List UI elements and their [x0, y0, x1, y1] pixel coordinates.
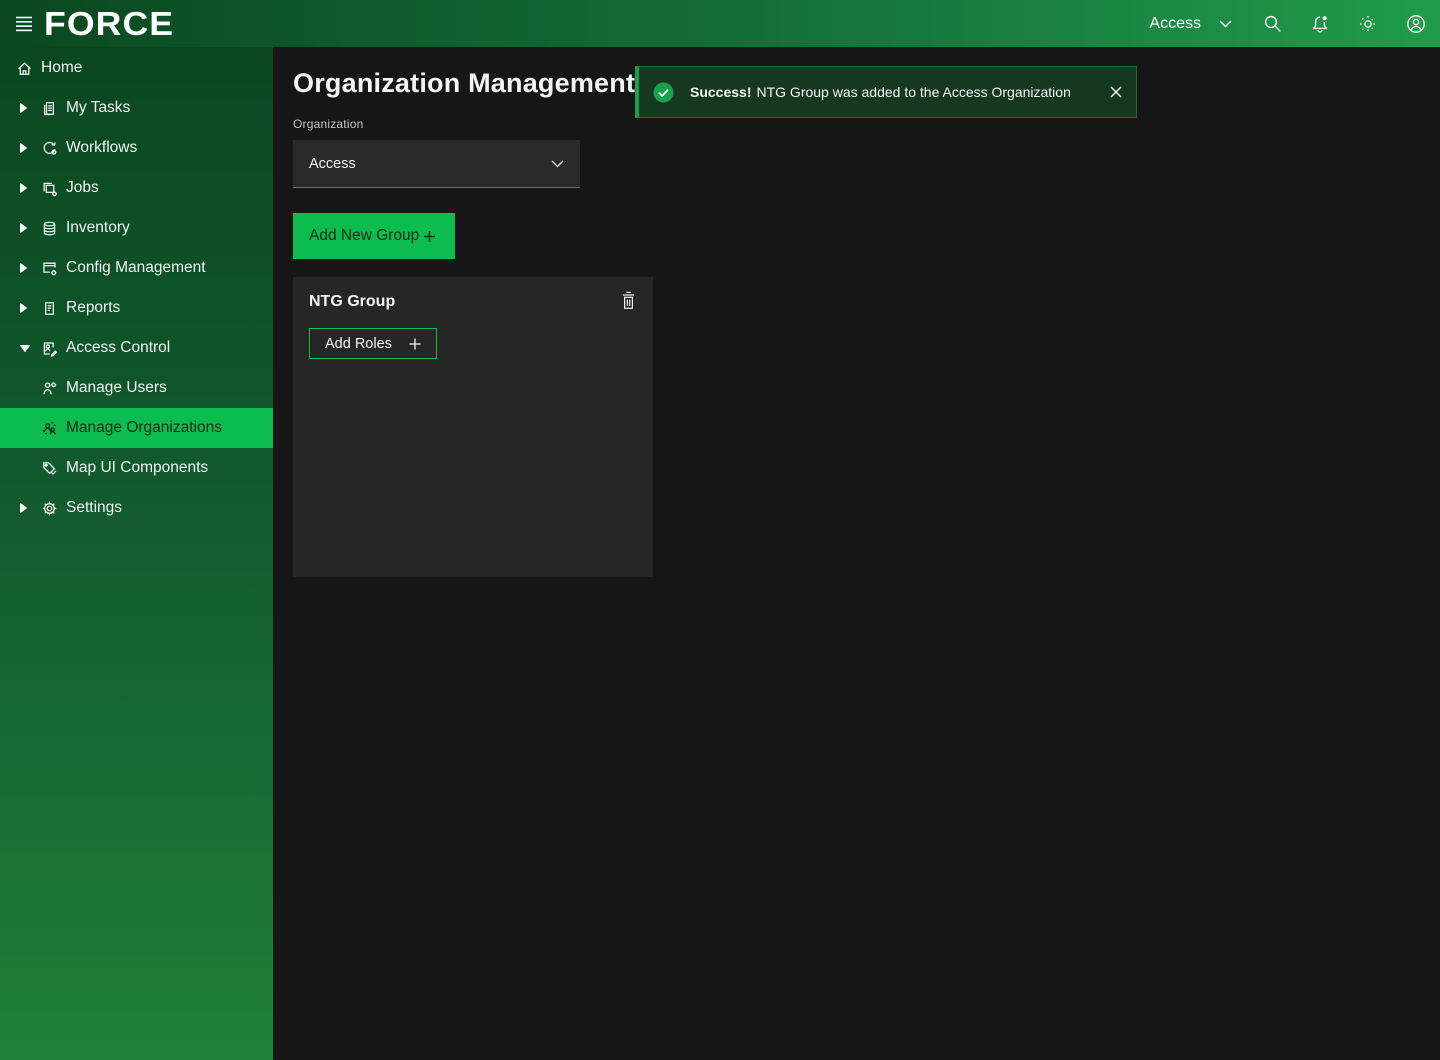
caret-right-icon: [20, 303, 32, 313]
sidebar-item-label: Workflows: [66, 139, 137, 157]
notifications-button[interactable]: [1296, 0, 1344, 47]
tasks-icon: [41, 100, 58, 117]
sidebar-item-label: Reports: [66, 299, 120, 317]
app-root: FORCE Access: [0, 0, 1440, 1060]
toast-text: Success! NTG Group was added to the Acces…: [690, 84, 1096, 100]
trash-icon: [620, 291, 637, 310]
logo-text: FORCE: [44, 5, 174, 43]
sidebar-item-access-control[interactable]: Access Control: [0, 328, 273, 368]
sidebar-item-label: My Tasks: [66, 99, 130, 117]
sidebar-item-label: Home: [41, 59, 82, 77]
sidebar-item-home[interactable]: Home: [0, 48, 273, 88]
sidebar-item-inventory[interactable]: Inventory: [0, 208, 273, 248]
caret-right-icon: [20, 263, 32, 273]
sidebar-item-my-tasks[interactable]: My Tasks: [0, 88, 273, 128]
check-circle-icon: [653, 82, 674, 103]
chevron-down-icon: [551, 160, 564, 168]
search-icon: [1263, 14, 1282, 33]
sidebar-item-manage-organizations[interactable]: Manage Organizations: [0, 408, 273, 448]
sun-icon: [1358, 14, 1378, 34]
delete-group-button[interactable]: [620, 291, 637, 310]
gear-icon: [41, 500, 58, 517]
toast-close-button[interactable]: [1096, 66, 1136, 118]
account-button[interactable]: [1392, 0, 1440, 47]
toast-message: NTG Group was added to the Access Organi…: [756, 84, 1070, 100]
sidebar-item-label: Config Management: [66, 259, 206, 277]
sidebar-item-manage-users[interactable]: Manage Users: [0, 368, 273, 408]
group-card: NTG Group Add Roles: [293, 277, 653, 577]
organization-field-label: Organization: [293, 117, 363, 131]
user-avatar-icon: [1406, 14, 1426, 34]
sidebar-item-jobs[interactable]: Jobs: [0, 168, 273, 208]
caret-right-icon: [20, 223, 32, 233]
search-button[interactable]: [1248, 0, 1296, 47]
config-icon: [41, 260, 58, 277]
caret-right-icon: [20, 183, 32, 193]
toast-title: Success!: [690, 84, 751, 100]
add-roles-label: Add Roles: [325, 336, 392, 352]
sidebar-item-label: Settings: [66, 499, 122, 517]
caret-down-icon: [20, 345, 32, 352]
topbar-organization-dropdown[interactable]: Access: [1133, 0, 1248, 47]
hamburger-menu-button[interactable]: [0, 0, 48, 47]
add-roles-button[interactable]: Add Roles: [309, 328, 437, 359]
app-logo[interactable]: FORCE: [44, 0, 165, 47]
plus-icon: [409, 338, 421, 350]
sidebar-item-label: Map UI Components: [66, 459, 208, 477]
workflow-icon: [41, 140, 58, 157]
inventory-icon: [41, 220, 58, 237]
topbar-organization-value: Access: [1149, 15, 1201, 33]
group-card-header: NTG Group: [309, 293, 637, 311]
close-icon: [1110, 86, 1122, 98]
sidebar-item-label: Jobs: [66, 179, 99, 197]
user-gear-icon: [41, 380, 58, 397]
organization-select-value: Access: [309, 156, 356, 172]
sidebar-item-config-management[interactable]: Config Management: [0, 248, 273, 288]
sidebar-item-label: Manage Organizations: [66, 419, 222, 437]
sidebar-item-label: Access Control: [66, 339, 170, 357]
caret-right-icon: [20, 103, 32, 113]
caret-right-icon: [20, 503, 32, 513]
sidebar-item-workflows[interactable]: Workflows: [0, 128, 273, 168]
sidebar-item-reports[interactable]: Reports: [0, 288, 273, 328]
chevron-down-icon: [1219, 20, 1232, 28]
caret-right-icon: [20, 143, 32, 153]
reports-icon: [41, 300, 58, 317]
plus-icon: [423, 230, 436, 243]
sidebar-item-map-ui-components[interactable]: Map UI Components: [0, 448, 273, 488]
hamburger-icon: [14, 15, 34, 33]
brightness-toggle-button[interactable]: [1344, 0, 1392, 47]
sidebar-item-label: Inventory: [66, 219, 130, 237]
sidebar-item-settings[interactable]: Settings: [0, 488, 273, 528]
page-title: Organization Management: [293, 68, 635, 99]
tag-check-icon: [41, 460, 58, 477]
sidebar-nav: Home My Tasks: [0, 47, 273, 1060]
add-new-group-label: Add New Group: [309, 227, 419, 245]
home-icon: [16, 60, 33, 77]
group-card-title: NTG Group: [309, 293, 395, 311]
bell-icon: [1310, 14, 1330, 34]
success-toast: Success! NTG Group was added to the Acces…: [635, 66, 1137, 118]
add-new-group-button[interactable]: Add New Group: [293, 213, 455, 259]
main-content: Organization Management Success! NTG Grou…: [273, 47, 1440, 1060]
sidebar-item-label: Manage Users: [66, 379, 167, 397]
organization-select[interactable]: Access: [293, 140, 580, 188]
top-bar: FORCE Access: [0, 0, 1440, 47]
users-icon: [41, 420, 58, 437]
jobs-icon: [41, 180, 58, 197]
access-control-icon: [41, 340, 58, 357]
